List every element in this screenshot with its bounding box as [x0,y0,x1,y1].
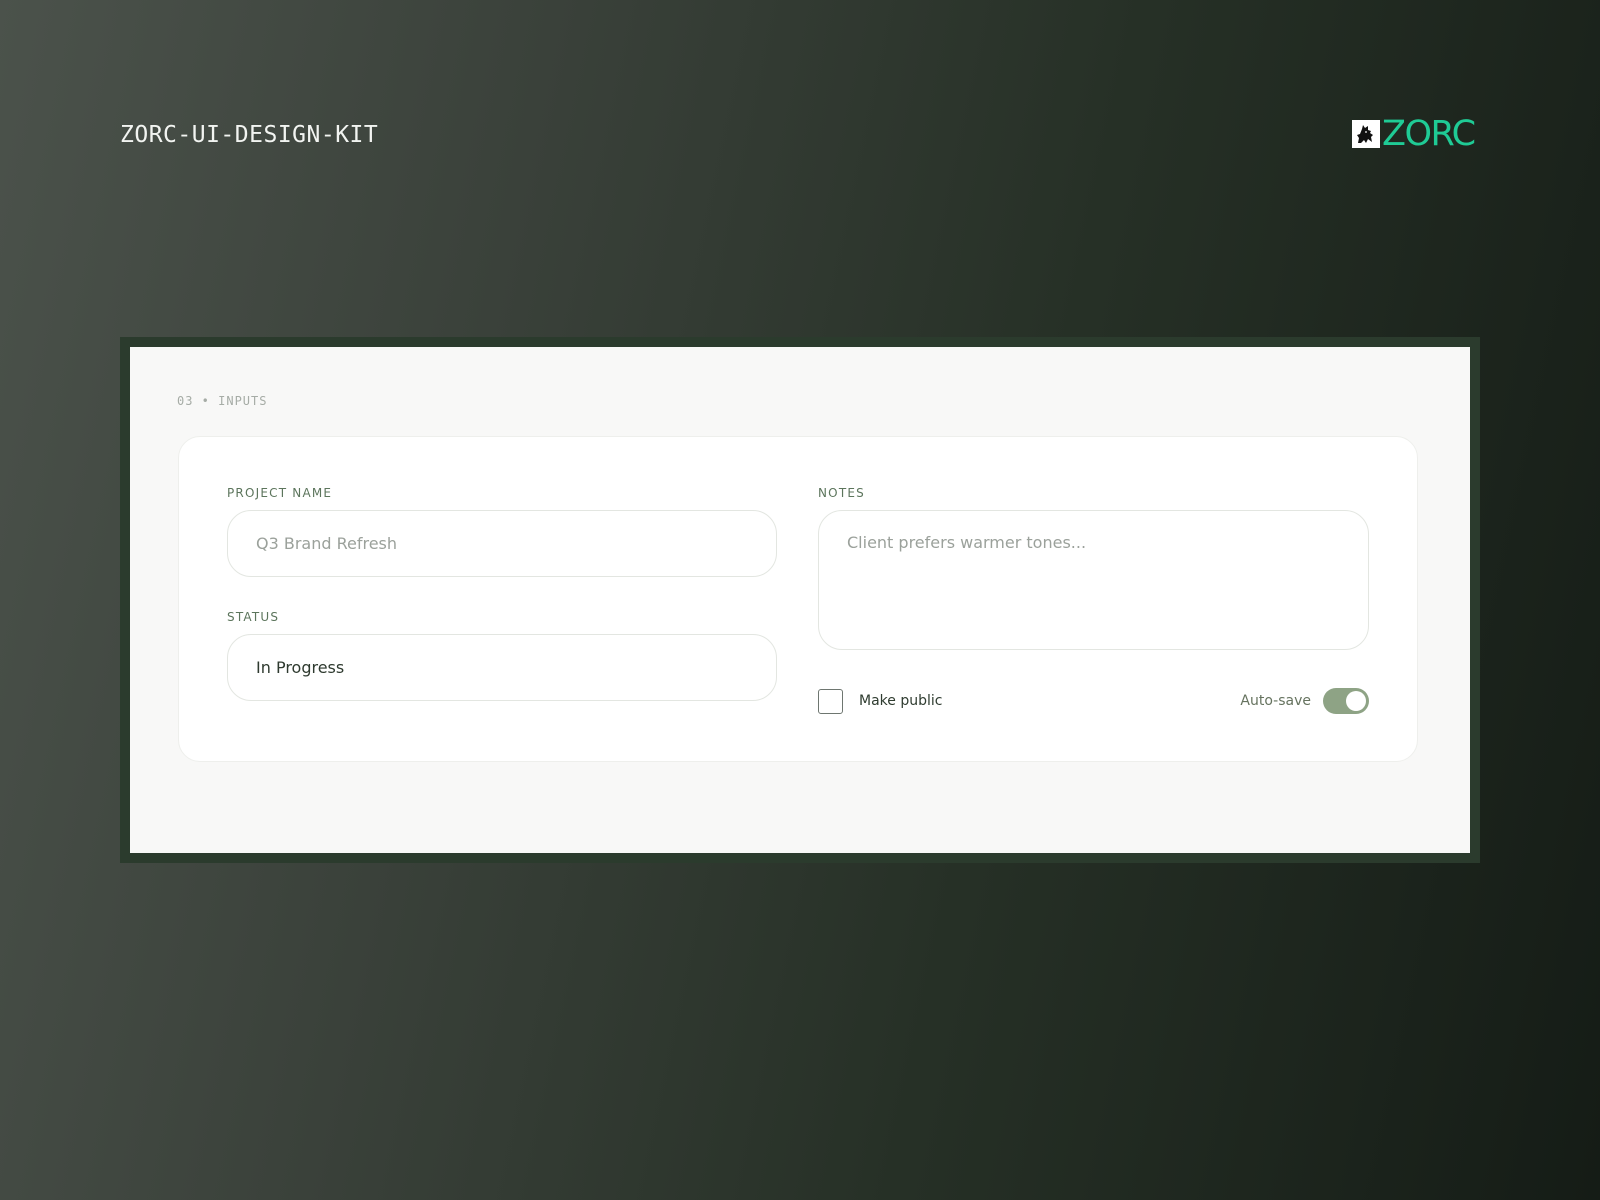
component-frame: 03 • INPUTS PROJECT NAME Q3 Brand Refres… [120,337,1480,863]
kit-title: ZORC-UI-DESIGN-KIT [120,122,379,148]
project-name-label: PROJECT NAME [227,486,333,500]
notes-textarea[interactable]: Client prefers warmer tones... [818,510,1369,650]
make-public-label[interactable]: Make public [859,691,942,711]
wolf-mascot-icon [1352,120,1380,148]
section-label: 03 • INPUTS [177,394,268,408]
auto-save-toggle[interactable] [1323,688,1369,714]
auto-save-label: Auto-save [1240,693,1311,709]
status-value: In Progress [256,658,345,677]
make-public-checkbox[interactable] [818,689,843,714]
component-canvas: 03 • INPUTS PROJECT NAME Q3 Brand Refres… [130,347,1470,853]
notes-placeholder: Client prefers warmer tones... [847,533,1087,552]
project-name-placeholder: Q3 Brand Refresh [256,534,398,553]
brand-logo: ZORC [1352,114,1476,154]
status-input[interactable]: In Progress [227,634,777,701]
project-name-input[interactable]: Q3 Brand Refresh [227,510,777,577]
toggle-knob [1346,691,1366,711]
status-label: STATUS [227,610,280,624]
brand-wordmark: ZORC [1382,114,1476,154]
inputs-card: PROJECT NAME Q3 Brand Refresh STATUS In … [178,436,1418,762]
notes-label: NOTES [818,486,865,500]
